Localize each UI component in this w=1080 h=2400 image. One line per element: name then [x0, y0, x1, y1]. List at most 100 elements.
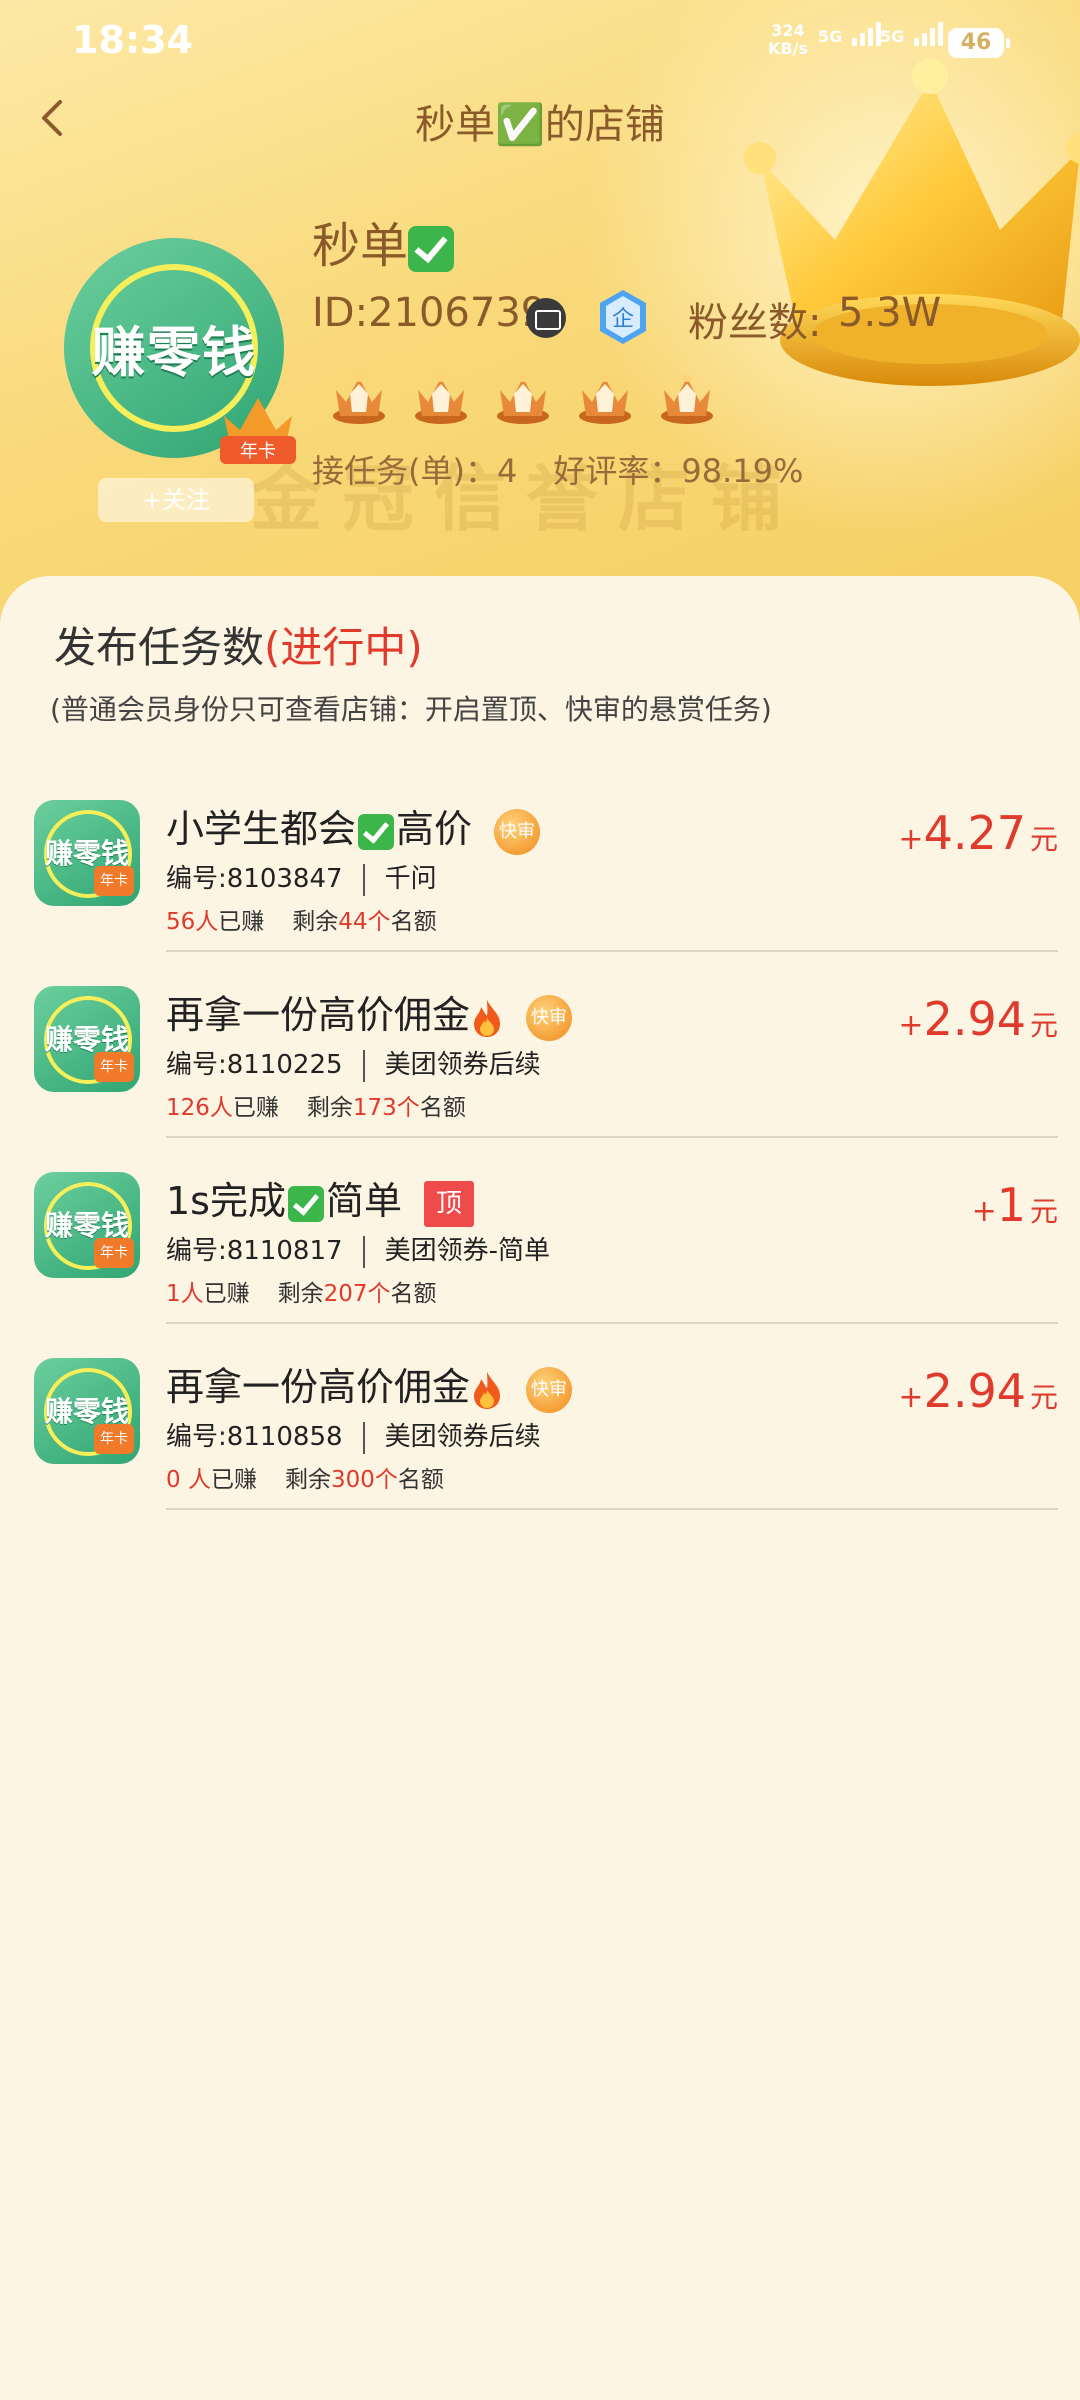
task-price: +1 元	[972, 1178, 1058, 1232]
svg-text:企: 企	[612, 307, 634, 332]
earned-label: 已赚	[218, 909, 265, 935]
fast-review-badge: 快审	[526, 1366, 573, 1413]
check-icon	[408, 226, 455, 272]
task-title-text: 简单	[325, 1179, 402, 1223]
price-unit: 元	[1029, 1195, 1058, 1228]
fans-label: 粉丝数:	[688, 300, 822, 346]
network-speed-unit: KB/s	[768, 39, 808, 58]
task-category: 美团领券后续	[384, 1422, 541, 1452]
fans-count: 5.3W	[838, 290, 942, 336]
task-item[interactable]: 赚零钱 年卡 再拿一份高价佣金 快审 编号:8110858 美团领券后续 0 人已赚…	[0, 1358, 1080, 1544]
price-plus: +	[898, 822, 924, 857]
row-divider	[166, 1136, 1058, 1138]
task-item[interactable]: 赚零钱 年卡 再拿一份高价佣金 快审 编号:8110225 美团领券后续 126人已…	[0, 986, 1080, 1172]
crown-badge-icon: 年卡	[220, 398, 296, 464]
price-unit: 元	[1029, 823, 1058, 856]
remain-label: 剩余	[292, 909, 339, 935]
app-icon: 赚零钱 年卡	[34, 1358, 140, 1464]
earned-label: 已赚	[203, 1281, 250, 1307]
app-icon-badge: 年卡	[94, 1238, 134, 1268]
task-title: 小学生都会 高价 快审	[166, 798, 541, 855]
app-icon: 赚零钱 年卡	[34, 800, 140, 906]
remain-count: 207个	[323, 1281, 391, 1307]
task-quota: 1人已赚 剩余207个名额	[166, 1274, 437, 1308]
earned-count: 126人	[166, 1095, 233, 1121]
enterprise-verified-icon[interactable]: 企	[596, 288, 650, 346]
remain-count: 300个	[330, 1467, 398, 1493]
fast-review-badge: 快审	[526, 994, 573, 1041]
price-unit: 元	[1029, 1381, 1058, 1414]
network-speed-value: 324	[771, 21, 805, 40]
id-verified-icon[interactable]	[526, 298, 566, 338]
app-icon: 赚零钱 年卡	[34, 986, 140, 1092]
divider	[362, 1421, 365, 1454]
task-title-text: 高价	[396, 807, 473, 851]
page-title: 秒单✅的店铺	[415, 102, 665, 148]
task-meta: 编号:8110225 美团领券后续	[166, 1044, 541, 1082]
fire-icon	[474, 999, 501, 1037]
task-quota: 0 人已赚 剩余300个名额	[166, 1460, 444, 1494]
task-meta: 编号:8103847 千问	[166, 858, 437, 896]
task-price: +2.94 元	[898, 1364, 1058, 1418]
crown-icon	[333, 374, 385, 424]
check-icon	[358, 813, 395, 850]
quota-label: 名额	[397, 1467, 444, 1493]
follow-button[interactable]: +关注	[98, 478, 254, 522]
crown-icon	[661, 374, 713, 424]
task-number: 编号:8110225	[166, 1050, 343, 1080]
avatar-text: 赚零钱	[91, 321, 257, 384]
section-note: (普通会员身份只可查看店铺：开启置顶、快审的悬赏任务)	[50, 693, 772, 726]
task-title: 再拿一份高价佣金 快审	[166, 984, 573, 1041]
earned-count: 56人	[166, 909, 219, 935]
crown-rating	[330, 372, 716, 426]
status-time: 18:34	[72, 18, 193, 62]
crown-icon	[497, 374, 549, 424]
shop-avatar[interactable]: 赚零钱 年卡	[64, 238, 296, 464]
shop-header: 18:34 324 KB/s 5G 5G 46 秒单✅的店铺 金冠信誉店铺 赚零…	[0, 0, 1080, 640]
task-title-text: 再拿一份高价佣金	[166, 1365, 471, 1409]
task-quota: 126人已赚 剩余173个名额	[166, 1088, 466, 1122]
remain-count: 44个	[338, 909, 391, 935]
quota-label: 名额	[419, 1095, 466, 1121]
task-quota: 56人已赚 剩余44个名额	[166, 902, 437, 936]
task-item[interactable]: 赚零钱 年卡 小学生都会 高价 快审 编号:8103847 千问 56人已赚 剩余44个…	[0, 800, 1080, 986]
price-value: 4.27	[923, 806, 1026, 860]
status-bar: 18:34 324 KB/s 5G 5G 46	[0, 0, 1080, 90]
good-rate: 好评率：98.19%	[553, 452, 804, 490]
shop-name-text: 秒单	[312, 218, 409, 274]
section-title-status: (进行中)	[264, 623, 423, 672]
task-title-text: 再拿一份高价佣金	[166, 993, 471, 1037]
price-value: 2.94	[923, 1364, 1026, 1418]
battery-icon: 46	[948, 28, 1010, 58]
earned-label: 已赚	[210, 1467, 257, 1493]
signal-icon: 5G	[880, 22, 943, 46]
divider	[362, 863, 365, 896]
task-meta: 编号:8110817 美团领券-简单	[166, 1230, 550, 1268]
row-divider	[166, 1322, 1058, 1324]
avatar-badge-text: 年卡	[240, 441, 276, 462]
crown-icon	[579, 374, 631, 424]
fast-review-badge: 快审	[494, 808, 541, 855]
signal-label: 5G	[818, 27, 843, 46]
shop-id: ID:2106739	[312, 290, 547, 336]
pinned-badge: 顶	[424, 1180, 474, 1227]
earned-label: 已赚	[232, 1095, 279, 1121]
earned-count: 0 人	[166, 1467, 211, 1493]
app-icon-badge: 年卡	[94, 1052, 134, 1082]
task-meta: 编号:8110858 美团领券后续	[166, 1416, 541, 1454]
remain-label: 剩余	[284, 1467, 331, 1493]
section-title-main: 发布任务数	[54, 623, 265, 672]
task-number: 编号:8103847	[166, 864, 343, 894]
section-title: 发布任务数(进行中)	[54, 614, 423, 675]
task-item[interactable]: 赚零钱 年卡 1s完成 简单顶 编号:8110817 美团领券-简单 1人已赚 剩余2…	[0, 1172, 1080, 1358]
divider	[362, 1235, 365, 1268]
quota-label: 名额	[390, 909, 437, 935]
remain-label: 剩余	[277, 1281, 324, 1307]
row-divider	[166, 1508, 1058, 1510]
crown-icon	[415, 374, 467, 424]
task-number: 编号:8110817	[166, 1236, 343, 1266]
remain-label: 剩余	[306, 1095, 353, 1121]
check-icon	[287, 1185, 324, 1222]
price-unit: 元	[1029, 1009, 1058, 1042]
network-speed: 324 KB/s	[768, 22, 808, 58]
